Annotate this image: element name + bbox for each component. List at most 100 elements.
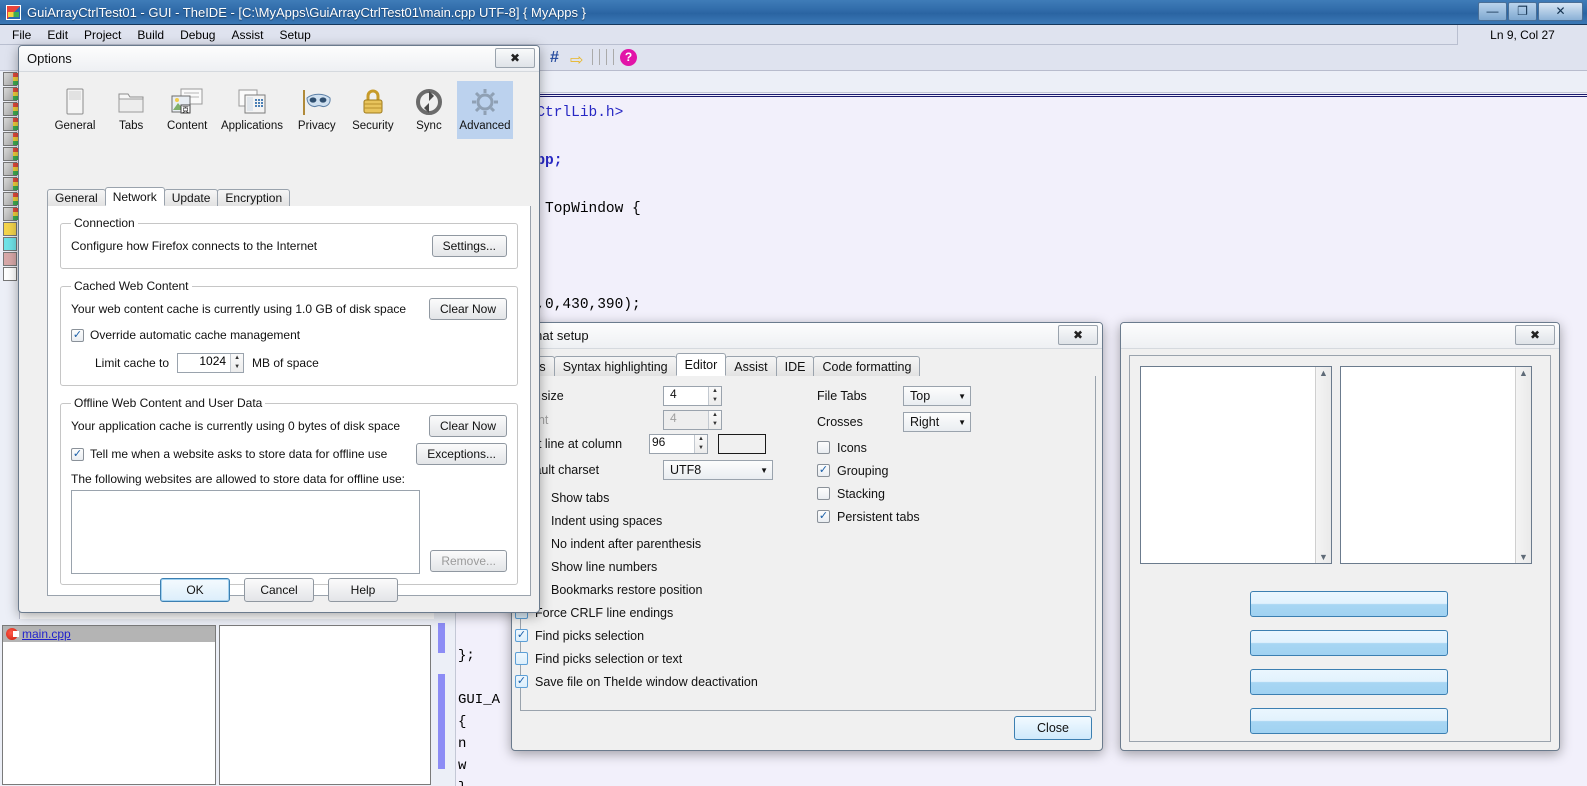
rail-package-icon[interactable] — [3, 147, 17, 161]
checkbox-save-file-on-deactivation[interactable]: ✓ Save file on TheIde window deactivatio… — [515, 670, 811, 693]
checkbox-box[interactable] — [817, 487, 830, 500]
rail-list-icon[interactable] — [3, 267, 17, 281]
checkbox-no-indent-after-parenthesis[interactable]: No indent after parenthesis — [531, 532, 811, 555]
checkbox-force-crlf[interactable]: Force CRLF line endings — [515, 601, 811, 624]
tab-assist[interactable]: Assist — [725, 356, 776, 376]
hint-line-color-swatch[interactable] — [718, 434, 766, 454]
checkbox-find-picks-selection-or-text[interactable]: Find picks selection or text — [515, 647, 811, 670]
menu-edit[interactable]: Edit — [39, 26, 76, 44]
checkbox-stacking[interactable]: Stacking — [817, 482, 1087, 505]
close-button[interactable]: Close — [1014, 716, 1092, 740]
tree-item-main-cpp[interactable]: main.cpp — [3, 626, 215, 642]
checkbox-box[interactable] — [515, 652, 528, 665]
settings-button[interactable]: Settings... — [432, 235, 507, 257]
category-sync[interactable]: Sync — [401, 81, 457, 139]
crosses-select[interactable]: Right ▼ — [903, 412, 971, 432]
checkbox-bookmarks-restore-position[interactable]: Bookmarks restore position — [531, 578, 811, 601]
rail-package-icon[interactable] — [3, 102, 17, 116]
checkbox-indent-using-spaces[interactable]: Indent using spaces — [531, 509, 811, 532]
menu-setup[interactable]: Setup — [271, 26, 318, 44]
exceptions-button[interactable]: Exceptions... — [416, 443, 507, 465]
rail-package-icon[interactable] — [3, 192, 17, 206]
checkbox-box[interactable]: ✓ — [817, 510, 830, 523]
category-general[interactable]: General — [47, 81, 103, 139]
scroll-up-icon[interactable]: ▲ — [1319, 367, 1328, 379]
left-list-scrollbar[interactable]: ▲ ▼ — [1315, 367, 1331, 563]
category-advanced[interactable]: Advanced — [457, 81, 513, 139]
minimize-button[interactable]: — — [1478, 2, 1507, 21]
rail-package-icon[interactable] — [3, 72, 17, 86]
tab-general[interactable]: General — [47, 189, 106, 206]
right-list-scrollbar[interactable]: ▲ ▼ — [1515, 367, 1531, 563]
stepper-up-icon[interactable]: ▲ — [231, 354, 243, 363]
maximize-button[interactable]: ❐ — [1508, 2, 1537, 21]
left-array-list[interactable]: ▲ ▼ — [1140, 366, 1332, 564]
arrow-right-icon[interactable]: ⇨ — [570, 50, 583, 70]
stepper-up-icon[interactable]: ▲ — [695, 435, 707, 444]
tab-encryption[interactable]: Encryption — [217, 189, 290, 206]
menu-project[interactable]: Project — [76, 26, 129, 44]
checkbox-grouping[interactable]: ✓ Grouping — [817, 459, 1087, 482]
scroll-down-icon[interactable]: ▼ — [1319, 551, 1328, 563]
stepper-arrows[interactable]: ▲▼ — [694, 435, 707, 453]
close-icon[interactable]: ✖ — [1058, 325, 1098, 345]
array-ctrl-window[interactable]: ✖ ▲ ▼ ▲ ▼ — [1120, 322, 1560, 751]
checkbox-tell-me-offline[interactable]: ✓ Tell me when a website asks to store d… — [71, 447, 387, 461]
format-setup-dialog[interactable]: ormat setup ✖ nts Syntax highlighting Ed… — [511, 322, 1103, 751]
tab-network[interactable]: Network — [105, 187, 165, 206]
category-content[interactable]: 頁 Content — [159, 81, 215, 139]
tab-code-formatting[interactable]: Code formatting — [813, 356, 920, 376]
hint-line-stepper[interactable]: 96 ▲▼ — [649, 434, 708, 454]
rail-yellow-icon[interactable] — [3, 222, 17, 236]
clear-cache-button[interactable]: Clear Now — [429, 298, 507, 320]
array-action-button-4[interactable] — [1250, 708, 1448, 734]
stepper-arrows[interactable]: ▲▼ — [708, 387, 721, 405]
help-icon[interactable]: ? — [620, 49, 637, 66]
rail-package-icon[interactable] — [3, 117, 17, 131]
menu-assist[interactable]: Assist — [223, 26, 271, 44]
rail-pink-icon[interactable] — [3, 252, 17, 266]
category-security[interactable]: Security — [345, 81, 401, 139]
clear-app-cache-button[interactable]: Clear Now — [429, 415, 507, 437]
stepper-down-icon[interactable]: ▼ — [695, 444, 707, 453]
checkbox-box[interactable]: ✓ — [515, 629, 528, 642]
rail-package-icon[interactable] — [3, 177, 17, 191]
close-button[interactable]: ✕ — [1538, 2, 1583, 21]
tab-update[interactable]: Update — [164, 189, 219, 206]
menu-build[interactable]: Build — [129, 26, 172, 44]
help-button[interactable]: Help — [328, 578, 398, 602]
checkbox-icons[interactable]: Icons — [817, 436, 1087, 459]
cancel-button[interactable]: Cancel — [244, 578, 314, 602]
array-action-button-2[interactable] — [1250, 630, 1448, 656]
category-tabs[interactable]: Tabs — [103, 81, 159, 139]
menu-file[interactable]: File — [4, 26, 39, 44]
category-privacy[interactable]: Privacy — [289, 81, 345, 139]
checkbox-show-tabs[interactable]: Show tabs — [531, 486, 811, 509]
middle-output-pane[interactable] — [219, 625, 431, 785]
hash-icon[interactable]: # — [550, 49, 559, 67]
checkbox-box[interactable]: ✓ — [817, 464, 830, 477]
close-icon[interactable]: ✖ — [1515, 325, 1555, 345]
checkbox-box[interactable]: ✓ — [71, 329, 84, 342]
right-array-list[interactable]: ▲ ▼ — [1340, 366, 1532, 564]
rail-cyan-icon[interactable] — [3, 237, 17, 251]
options-dialog[interactable]: Options ✖ General Tabs 頁 Content — [18, 45, 540, 613]
stepper-down-icon[interactable]: ▼ — [709, 396, 721, 405]
allowed-sites-list[interactable] — [71, 490, 420, 574]
category-applications[interactable]: Applications — [215, 81, 288, 139]
tab-syntax-highlighting[interactable]: Syntax highlighting — [554, 356, 677, 376]
tab-ide[interactable]: IDE — [776, 356, 815, 376]
stepper-up-icon[interactable]: ▲ — [709, 387, 721, 396]
checkbox-persistent-tabs[interactable]: ✓ Persistent tabs — [817, 505, 1087, 528]
file-tree-pane[interactable]: main.cpp — [2, 625, 216, 785]
checkbox-override-cache[interactable]: ✓ Override automatic cache management — [71, 328, 300, 342]
rail-package-icon[interactable] — [3, 132, 17, 146]
menu-debug[interactable]: Debug — [172, 26, 223, 44]
array-action-button-3[interactable] — [1250, 669, 1448, 695]
limit-cache-stepper[interactable]: 1024 ▲▼ — [177, 353, 244, 373]
checkbox-find-picks-selection[interactable]: ✓ Find picks selection — [515, 624, 811, 647]
checkbox-show-line-numbers[interactable]: Show line numbers — [531, 555, 811, 578]
tab-size-stepper[interactable]: 4 ▲▼ — [663, 386, 722, 406]
scroll-up-icon[interactable]: ▲ — [1519, 367, 1528, 379]
scroll-down-icon[interactable]: ▼ — [1519, 551, 1528, 563]
